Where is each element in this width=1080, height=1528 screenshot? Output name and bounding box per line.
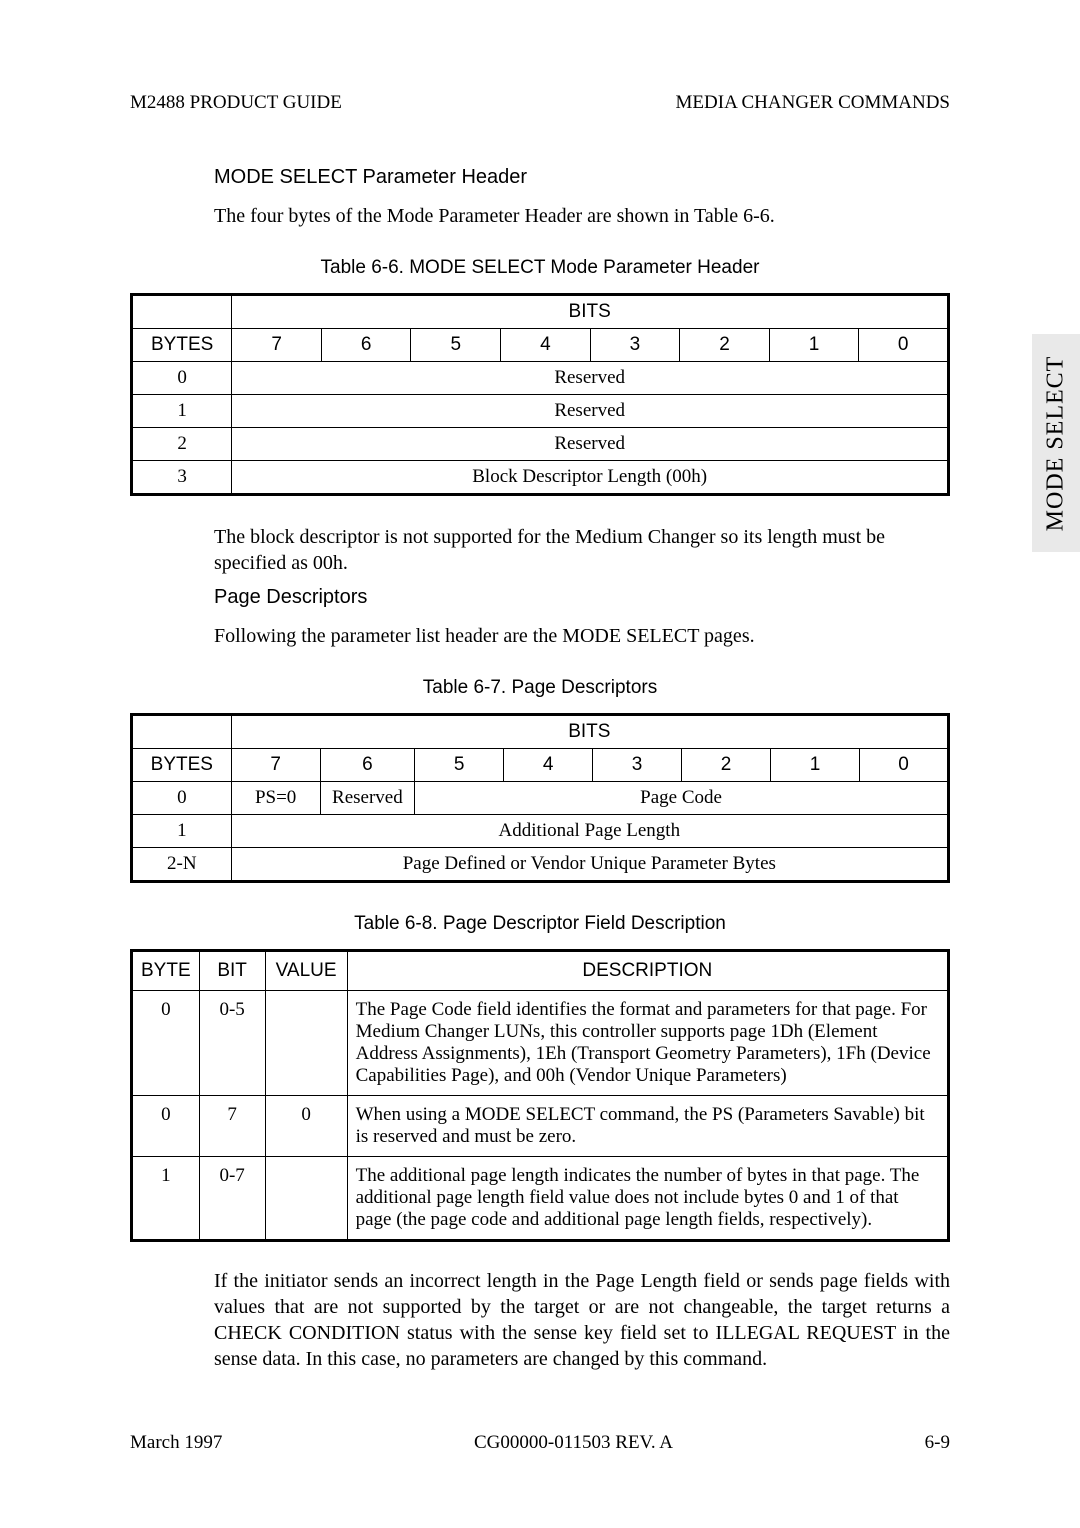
- bit-4: 4: [501, 329, 591, 362]
- r0-value: [265, 991, 347, 1096]
- r1-byte: 0: [132, 1096, 200, 1157]
- footer-left: March 1997: [130, 1432, 222, 1454]
- bit-6: 6: [320, 749, 415, 782]
- byte-1-desc: Reserved: [232, 395, 949, 428]
- bits-header: BITS: [231, 715, 948, 749]
- blank-cell: [132, 715, 232, 749]
- bit-7: 7: [231, 749, 320, 782]
- byte-1-desc: Additional Page Length: [231, 815, 948, 848]
- byte-3: 3: [132, 461, 232, 495]
- blank-cell: [132, 295, 232, 329]
- byte-0: 0: [132, 782, 232, 815]
- footer-right: 6-9: [925, 1432, 950, 1454]
- bit-3: 3: [593, 749, 682, 782]
- bit-1: 1: [769, 329, 859, 362]
- bytes-header: BYTES: [132, 749, 232, 782]
- r1-bit: 7: [199, 1096, 265, 1157]
- table6-6-caption: Table 6-6. MODE SELECT Mode Parameter He…: [130, 257, 950, 279]
- hdr-desc: DESCRIPTION: [347, 951, 948, 991]
- r2-desc: The additional page length indicates the…: [347, 1157, 948, 1241]
- table-6-8: BYTE BIT VALUE DESCRIPTION 0 0-5 The Pag…: [130, 949, 950, 1242]
- section3-note: If the initiator sends an incorrect leng…: [214, 1268, 950, 1372]
- footer-center: CG00000-011503 REV. A: [474, 1432, 673, 1454]
- side-tab: MODE SELECT: [1032, 334, 1080, 552]
- r0-byte: 0: [132, 991, 200, 1096]
- r1-desc: When using a MODE SELECT command, the PS…: [347, 1096, 948, 1157]
- bit-5: 5: [411, 329, 501, 362]
- section2-title: Page Descriptors: [214, 586, 950, 609]
- pagecode-cell: Page Code: [415, 782, 949, 815]
- bit-2: 2: [682, 749, 771, 782]
- table6-7-caption: Table 6-7. Page Descriptors: [130, 677, 950, 699]
- header-left: M2488 PRODUCT GUIDE: [130, 92, 342, 114]
- ps-cell: PS=0: [231, 782, 320, 815]
- hdr-value: VALUE: [265, 951, 347, 991]
- bit-5: 5: [415, 749, 504, 782]
- side-tab-label: MODE SELECT: [1043, 355, 1070, 531]
- r2-bit: 0-7: [199, 1157, 265, 1241]
- bits-header: BITS: [232, 295, 949, 329]
- bit-1: 1: [771, 749, 860, 782]
- r2-byte: 1: [132, 1157, 200, 1241]
- bit-3: 3: [590, 329, 680, 362]
- byte-2-desc: Reserved: [232, 428, 949, 461]
- r2-value: [265, 1157, 347, 1241]
- table6-8-caption: Table 6-8. Page Descriptor Field Descrip…: [130, 913, 950, 935]
- byte-2: 2: [132, 428, 232, 461]
- byte-0: 0: [132, 362, 232, 395]
- byte-0-desc: Reserved: [232, 362, 949, 395]
- table-6-6: BITS BYTES 7 6 5 4 3 2 1 0 0 Reserved 1 …: [130, 293, 950, 496]
- section1-note: The block descriptor is not supported fo…: [214, 524, 950, 576]
- bit-7: 7: [232, 329, 322, 362]
- bit-2: 2: [680, 329, 770, 362]
- bit-0: 0: [859, 329, 949, 362]
- byte-3-desc: Block Descriptor Length (00h): [232, 461, 949, 495]
- hdr-bit: BIT: [199, 951, 265, 991]
- byte-2n: 2-N: [132, 848, 232, 882]
- section2-intro: Following the parameter list header are …: [214, 623, 950, 649]
- r0-desc: The Page Code field identifies the forma…: [347, 991, 948, 1096]
- section1-title: MODE SELECT Parameter Header: [214, 166, 950, 189]
- byte-1: 1: [132, 395, 232, 428]
- bit-4: 4: [504, 749, 593, 782]
- bit-6: 6: [321, 329, 411, 362]
- bytes-header: BYTES: [132, 329, 232, 362]
- hdr-byte: BYTE: [132, 951, 200, 991]
- reserved-cell: Reserved: [320, 782, 415, 815]
- bit-0: 0: [860, 749, 949, 782]
- header-right: MEDIA CHANGER COMMANDS: [676, 92, 950, 114]
- r1-value: 0: [265, 1096, 347, 1157]
- byte-1: 1: [132, 815, 232, 848]
- table-6-7: BITS BYTES 7 6 5 4 3 2 1 0 0 PS=0 Reserv…: [130, 713, 950, 883]
- section1-intro: The four bytes of the Mode Parameter Hea…: [214, 203, 950, 229]
- r0-bit: 0-5: [199, 991, 265, 1096]
- byte-2n-desc: Page Defined or Vendor Unique Parameter …: [231, 848, 948, 882]
